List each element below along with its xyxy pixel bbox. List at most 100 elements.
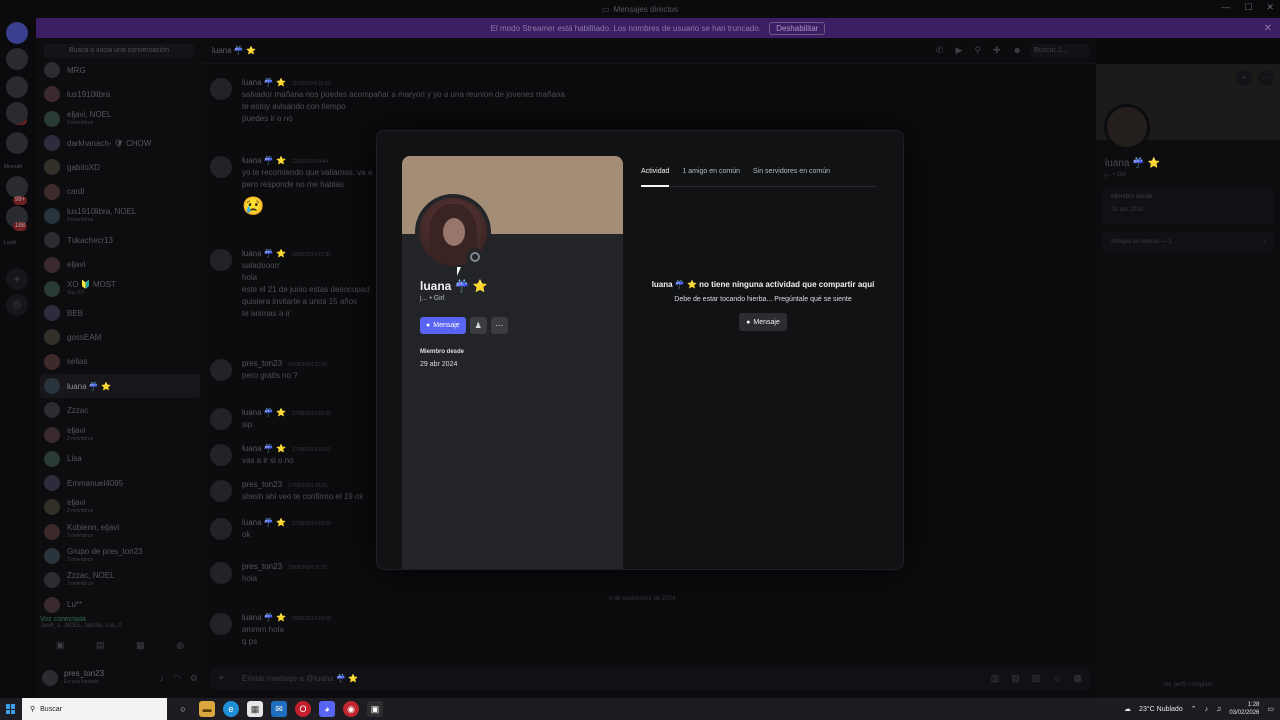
mic-icon[interactable]: ♪ [1205, 706, 1209, 713]
dm-list-item[interactable]: Lisa [40, 447, 200, 471]
dm-list-item[interactable]: gabitoXD [40, 155, 200, 179]
message-avatar[interactable] [210, 480, 232, 502]
dm-list-item[interactable]: gossEAM [40, 325, 200, 349]
message-avatar[interactable] [210, 444, 232, 466]
start-button[interactable] [0, 698, 22, 720]
tab-mutual-servers[interactable]: Sin servidores en común [753, 167, 830, 187]
profile-avatar[interactable] [1104, 104, 1150, 150]
message-avatar[interactable] [210, 613, 232, 635]
message-author[interactable]: luana ☔ ⭐ [242, 156, 286, 165]
dm-list-item[interactable]: lus1910libra [40, 82, 200, 106]
explore-icon[interactable]: ◎ [6, 294, 28, 316]
task-view-icon[interactable]: ○ [175, 701, 191, 717]
minimize-button[interactable]: — [1221, 2, 1230, 13]
message-author[interactable]: luana ☔ ⭐ [242, 444, 286, 453]
user-panel[interactable]: pres_ton23 En una llamada ♪ ◠ ⚙ [40, 668, 200, 688]
banner-close-icon[interactable]: ✕ [1264, 23, 1272, 34]
video-call-icon[interactable]: ▶ [955, 45, 962, 56]
notification-icon[interactable]: ▭ [1267, 705, 1274, 713]
mic-icon[interactable]: ♪ [160, 673, 165, 684]
dm-list-item[interactable]: Koblenn, eljavi 3 miembros [40, 520, 200, 544]
message-author[interactable]: pres_ton23 [242, 480, 282, 489]
add-friend-icon[interactable]: ✚ [993, 45, 1001, 56]
empty-message-button[interactable]: ● Mensaje [739, 313, 787, 331]
server-icon[interactable] [6, 102, 28, 124]
dm-list-item[interactable]: XO 🔰 MOST Soy XO [40, 277, 200, 301]
add-friend-button[interactable]: ♟ [469, 317, 487, 334]
dm-list-item[interactable]: luana ☔ ⭐ [40, 373, 200, 399]
dm-list-item[interactable]: Tukachecr13 [40, 228, 200, 252]
close-window-button[interactable]: ✕ [1266, 2, 1274, 13]
tab-activity[interactable]: Actividad [641, 167, 670, 187]
headphones-icon[interactable]: ◠ [173, 673, 181, 684]
dm-list-item[interactable]: cardi [40, 179, 200, 203]
chevron-up-icon[interactable]: ⌃ [1191, 705, 1197, 713]
camera-icon[interactable]: ▣ [56, 640, 65, 651]
message-author[interactable]: luana ☔ ⭐ [242, 408, 286, 417]
file-explorer-icon[interactable]: ▬ [199, 701, 215, 717]
dm-list-item[interactable]: Emmanuel4095 [40, 471, 200, 495]
more-options-icon[interactable]: ⋯ [1258, 70, 1274, 86]
apps-icon[interactable]: ▦ [1073, 673, 1082, 684]
message-author[interactable]: luana ☔ ⭐ [242, 613, 286, 622]
pin-icon[interactable]: ⚲ [974, 45, 981, 56]
message-avatar[interactable] [210, 359, 232, 381]
dm-search-input[interactable]: Busca o inicia una conversación [44, 44, 194, 58]
edge-icon[interactable]: e [223, 701, 239, 717]
discord-home-icon[interactable] [6, 22, 28, 44]
dm-list-item[interactable]: BEB [40, 301, 200, 325]
speaker-icon[interactable]: ♫ [1216, 706, 1221, 713]
user-avatar[interactable] [42, 670, 58, 686]
mutual-friends-row[interactable]: Amigos en común — 1 › [1102, 232, 1274, 252]
dm-list-item[interactable]: eljavi, NOEL 3 miembros [40, 107, 200, 131]
view-full-profile-link[interactable]: Ver perfil completo [1096, 682, 1280, 688]
weather-text[interactable]: 23°C Nublado [1139, 706, 1183, 713]
screen-share-icon[interactable]: ▤ [96, 640, 105, 651]
message-author[interactable]: pres_ton23 [242, 562, 282, 571]
voice-call-icon[interactable]: ✆ [936, 45, 944, 56]
server-icon[interactable] [6, 132, 28, 154]
tab-mutual-friends[interactable]: 1 amigo en común [682, 167, 740, 187]
sticker-icon[interactable]: ▨ [1032, 673, 1041, 684]
gift-icon[interactable]: ▥ [991, 673, 1000, 684]
server-icon[interactable] [6, 176, 28, 198]
dm-list-item[interactable]: Lu** [40, 593, 200, 617]
dm-list-item[interactable]: lus1910libra, NOEL 3 miembros [40, 204, 200, 228]
dm-list-item[interactable]: eljavi [40, 252, 200, 276]
dm-list-item[interactable]: MRG [40, 58, 200, 82]
message-avatar[interactable] [210, 249, 232, 271]
message-composer[interactable]: + Enviar mensaje a @luana ☔ ⭐ ▥ ▧ ▨ ☺ ▦ [210, 668, 1090, 690]
message-avatar[interactable] [210, 518, 232, 540]
server-icon[interactable] [6, 48, 28, 70]
soundboard-icon[interactable]: ◍ [176, 640, 184, 651]
clock[interactable]: 1:28 03/02/2026 [1229, 701, 1259, 717]
dm-list-item[interactable]: selias [40, 350, 200, 374]
message-avatar[interactable] [210, 408, 232, 430]
emoji-icon[interactable]: ☺ [1052, 673, 1061, 684]
message-author[interactable]: luana ☔ ⭐ [242, 518, 286, 527]
message-button[interactable]: ● Mensaje [420, 317, 466, 334]
dm-list-item[interactable]: Zzzac, NOEL 3 miembros [40, 568, 200, 592]
opera-icon[interactable]: O [295, 701, 311, 717]
message-avatar[interactable] [210, 562, 232, 584]
profile-toggle-icon[interactable]: ☻ [1013, 45, 1022, 56]
dm-list-item[interactable]: eljavi 3 miembros [40, 495, 200, 519]
dm-list-item[interactable]: Grupo de pres_ton23 2 miembros [40, 544, 200, 568]
capture-app-icon[interactable]: ▣ [367, 701, 383, 717]
taskbar-search[interactable]: ⚲ Buscar [22, 698, 167, 720]
add-friend-icon[interactable]: + [1236, 70, 1252, 86]
attach-plus-icon[interactable]: + [218, 672, 224, 684]
dm-list-item[interactable]: Zzzac [40, 398, 200, 422]
message-author[interactable]: luana ☔ ⭐ [242, 249, 286, 258]
message-author[interactable]: luana ☔ ⭐ [242, 78, 286, 87]
dm-list-item[interactable]: eljavi 3 miembros [40, 422, 200, 446]
activities-icon[interactable]: ▦ [136, 640, 145, 651]
server-icon[interactable] [6, 76, 28, 98]
more-options-button[interactable]: ⋯ [490, 317, 508, 334]
message-avatar[interactable] [210, 156, 232, 178]
message-avatar[interactable] [210, 78, 232, 100]
message-author[interactable]: pres_ton23 [242, 359, 282, 368]
add-server-icon[interactable]: + [6, 268, 28, 290]
disable-streamer-button[interactable]: Deshabilitar [769, 21, 826, 35]
chat-search-input[interactable]: Buscar 1... [1030, 44, 1090, 58]
